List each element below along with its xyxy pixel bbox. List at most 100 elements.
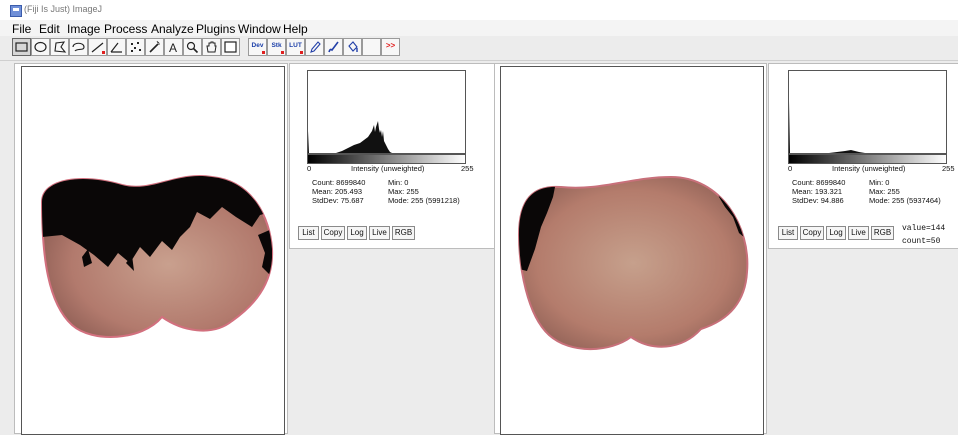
- axis-max-label: 255: [461, 164, 474, 173]
- menu-window[interactable]: Window: [238, 22, 281, 36]
- dev-label: Dev: [251, 42, 264, 49]
- angle-tool-button[interactable]: [107, 38, 126, 56]
- polygon-tool-button[interactable]: [50, 38, 69, 56]
- copy-button-2[interactable]: Copy: [800, 226, 824, 240]
- wand-tool-button[interactable]: [145, 38, 164, 56]
- flood-fill-tool-button[interactable]: [343, 38, 362, 56]
- mean-stat-2: Mean: 193.321: [792, 187, 843, 196]
- stddev-stat-2: StdDev: 94.886: [792, 196, 844, 205]
- freehand-tool-button[interactable]: [69, 38, 88, 56]
- count-stat: Count: 8699840: [312, 178, 366, 187]
- cursor-count-readout: count=50: [902, 237, 941, 246]
- multipoint-icon: [131, 42, 141, 52]
- oval-tool-button[interactable]: [31, 38, 50, 56]
- stack-menu-button[interactable]: Stk: [267, 38, 286, 56]
- menu-help[interactable]: Help: [283, 22, 308, 36]
- max-stat: Max: 255: [388, 187, 419, 196]
- hand-icon: [206, 41, 217, 53]
- lut-label: LUT: [289, 42, 302, 49]
- min-stat-2: Min: 0: [869, 178, 890, 187]
- fiji-app-icon: [10, 5, 22, 17]
- min-stat: Min: 0: [388, 178, 409, 187]
- more-tools-label: >>: [385, 41, 396, 50]
- stddev-stat: StdDev: 75.687: [312, 196, 364, 205]
- log-button[interactable]: Log: [347, 226, 367, 240]
- magnifier-tool-button[interactable]: [183, 38, 202, 56]
- tissue-image-2: [517, 175, 749, 351]
- tool-bar: A Dev Stk LUT >>: [0, 36, 958, 61]
- pencil-tool-button[interactable]: [305, 38, 324, 56]
- histogram-plot-1: [307, 70, 466, 154]
- hand-tool-button[interactable]: [202, 38, 221, 56]
- color-picker-icon: [224, 41, 237, 53]
- count-stat-2: Count: 8699840: [792, 178, 846, 187]
- stk-label: Stk: [271, 42, 282, 49]
- stk-menu-mark: [281, 51, 284, 54]
- cursor-value-readout: value=144: [902, 224, 946, 233]
- more-tools-button[interactable]: >>: [381, 38, 400, 56]
- menu-edit[interactable]: Edit: [39, 22, 60, 36]
- rectangle-icon: [15, 42, 28, 52]
- color-picker-tool-button[interactable]: [221, 38, 240, 56]
- pencil-icon: [310, 41, 321, 53]
- rgb-button[interactable]: RGB: [392, 226, 415, 240]
- axis-min-label: 0: [307, 164, 312, 173]
- brush-tool-button[interactable]: [324, 38, 343, 56]
- lut-menu-mark: [300, 51, 303, 54]
- list-button-2[interactable]: List: [778, 226, 798, 240]
- angle-icon: [110, 42, 122, 53]
- copy-button[interactable]: Copy: [321, 226, 345, 240]
- image-canvas-2[interactable]: [500, 66, 764, 435]
- multipoint-tool-button[interactable]: [126, 38, 145, 56]
- image-canvas-1[interactable]: [21, 66, 285, 435]
- menu-bar: File Edit Image Process Analyze Plugins …: [0, 20, 958, 36]
- live-button-2[interactable]: Live: [848, 226, 869, 240]
- log-button-2[interactable]: Log: [826, 226, 846, 240]
- menu-file[interactable]: File: [12, 22, 31, 36]
- rectangle-tool-button[interactable]: [12, 38, 31, 56]
- axis-max-label-2: 255: [942, 164, 955, 173]
- flood-fill-icon: [348, 41, 358, 52]
- menu-plugins[interactable]: Plugins: [196, 22, 235, 36]
- tissue-image-1: [40, 174, 274, 338]
- window-title: (Fiji Is Just) ImageJ: [24, 4, 103, 14]
- mean-stat: Mean: 205.493: [312, 187, 363, 196]
- list-button[interactable]: List: [298, 226, 319, 240]
- axis-title: Intensity (unweighted): [351, 164, 425, 173]
- line-tool-button[interactable]: [88, 38, 107, 56]
- image-window-1[interactable]: [14, 63, 288, 435]
- oval-icon: [34, 41, 47, 53]
- menu-image[interactable]: Image: [67, 22, 100, 36]
- histogram-plot-2: [788, 70, 947, 154]
- freehand-icon: [72, 42, 85, 52]
- line-tool-menu-mark: [102, 51, 105, 54]
- wand-icon: [149, 40, 160, 53]
- empty-tool-slot[interactable]: [362, 38, 381, 56]
- intensity-gradient-bar-2: [788, 154, 947, 164]
- histogram-window-2[interactable]: 0 Intensity (unweighted) 255 Count: 8699…: [768, 63, 958, 249]
- title-bar: (Fiji Is Just) ImageJ: [0, 0, 958, 20]
- mode-stat-2: Mode: 255 (5937464): [869, 196, 941, 205]
- histogram-bars-2: [789, 101, 865, 153]
- histogram-window-1[interactable]: 0 Intensity (unweighted) 255 Count: 8699…: [289, 63, 495, 249]
- rgb-button-2[interactable]: RGB: [871, 226, 894, 240]
- intensity-gradient-bar-1: [307, 154, 466, 164]
- dev-menu-button[interactable]: Dev: [248, 38, 267, 56]
- text-icon: A: [169, 41, 177, 54]
- brush-icon: [328, 41, 339, 53]
- max-stat-2: Max: 255: [869, 187, 900, 196]
- polygon-icon: [54, 41, 67, 53]
- menu-process[interactable]: Process: [104, 22, 147, 36]
- image-window-2[interactable]: [494, 63, 767, 435]
- live-button[interactable]: Live: [369, 226, 390, 240]
- lut-menu-button[interactable]: LUT: [286, 38, 305, 56]
- dev-menu-mark: [262, 51, 265, 54]
- axis-min-label-2: 0: [788, 164, 793, 173]
- menu-analyze[interactable]: Analyze: [151, 22, 194, 36]
- text-tool-button[interactable]: A: [164, 38, 183, 56]
- magnifier-icon: [186, 41, 199, 54]
- mode-stat: Mode: 255 (5991218): [388, 196, 460, 205]
- histogram-bars-1: [308, 121, 392, 153]
- svg-text:A: A: [169, 41, 177, 54]
- axis-title-2: Intensity (unweighted): [832, 164, 906, 173]
